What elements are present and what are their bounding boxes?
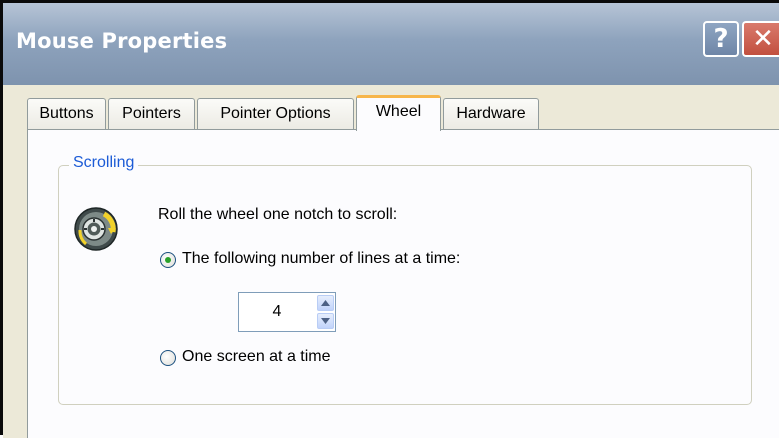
help-icon: ?: [713, 24, 729, 54]
tab-wheel[interactable]: Wheel: [356, 95, 441, 131]
mouse-wheel-icon: [74, 207, 118, 251]
wheel-tab-panel: Scrolling Roll the wheel one notch to sc…: [27, 129, 779, 438]
title-bar[interactable]: Mouse Properties ? ✕: [3, 3, 779, 85]
lines-at-a-time-radio[interactable]: [160, 252, 176, 268]
chevron-down-icon: [321, 318, 330, 324]
close-icon: ✕: [752, 24, 774, 54]
tab-hardware[interactable]: Hardware: [443, 98, 539, 129]
chevron-up-icon: [321, 300, 330, 306]
tab-buttons[interactable]: Buttons: [27, 98, 106, 129]
window-title: Mouse Properties: [16, 29, 228, 53]
tab-label: Pointer Options: [220, 105, 331, 122]
help-button[interactable]: ?: [703, 21, 739, 57]
lines-at-a-time-label[interactable]: The following number of lines at a time:: [182, 250, 460, 268]
lines-spin-control[interactable]: 4: [238, 292, 336, 332]
tab-label: Buttons: [39, 105, 94, 122]
scrolling-group-label: Scrolling: [69, 154, 139, 172]
dialog-client-area: Buttons Pointers Pointer Options Wheel H…: [3, 85, 779, 438]
one-screen-radio[interactable]: [160, 350, 176, 366]
spin-down-button[interactable]: [317, 313, 334, 329]
scrolling-groupbox: Scrolling Roll the wheel one notch to sc…: [58, 154, 752, 405]
lines-count-input[interactable]: 4: [239, 293, 315, 331]
tab-label: Wheel: [375, 103, 422, 120]
tab-label: Hardware: [456, 105, 526, 122]
mouse-properties-window: Mouse Properties ? ✕ Buttons Pointers Po…: [0, 0, 779, 438]
radio-selected-dot: [165, 257, 171, 263]
one-screen-label[interactable]: One screen at a time: [182, 348, 331, 366]
spin-up-button[interactable]: [317, 295, 334, 311]
scroll-prompt-label: Roll the wheel one notch to scroll:: [158, 206, 398, 223]
tab-pointer-options[interactable]: Pointer Options: [197, 98, 354, 129]
close-button[interactable]: ✕: [742, 21, 779, 57]
tab-label: Pointers: [122, 105, 181, 122]
tab-pointers[interactable]: Pointers: [108, 98, 195, 129]
